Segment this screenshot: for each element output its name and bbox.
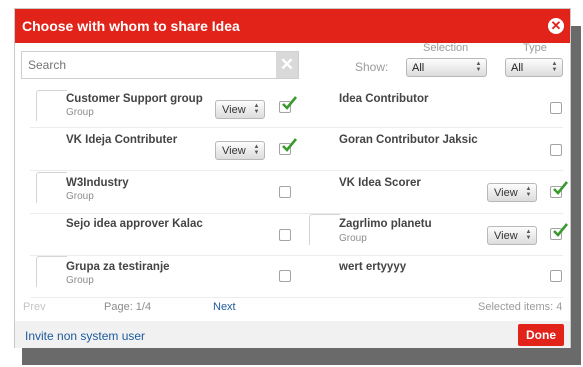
search-input[interactable] bbox=[22, 52, 276, 78]
updown-arrows-icon: ▲ ▼ bbox=[551, 61, 558, 73]
share-checkbox[interactable] bbox=[550, 223, 568, 240]
updown-arrows-icon: ▲ ▼ bbox=[525, 186, 532, 198]
selection-value: All bbox=[412, 62, 425, 74]
permission-value: View bbox=[222, 145, 246, 157]
checkmark-icon bbox=[553, 181, 568, 195]
type-select[interactable]: All ▲ ▼ bbox=[505, 58, 563, 77]
share-checkbox[interactable] bbox=[279, 138, 297, 155]
selection-select[interactable]: All ▲ ▼ bbox=[406, 58, 487, 77]
selection-label: Selection bbox=[423, 42, 469, 54]
share-checkbox[interactable] bbox=[279, 270, 291, 282]
checkmark-icon bbox=[282, 138, 297, 152]
item-type: Group bbox=[66, 275, 94, 286]
avatar-placeholder bbox=[36, 172, 67, 203]
permission-value: View bbox=[494, 230, 518, 242]
updown-arrows-icon: ▲ ▼ bbox=[253, 103, 260, 115]
item-name: Sejo idea approver Kalac bbox=[66, 218, 203, 230]
permission-select[interactable]: View ▲ ▼ bbox=[215, 100, 265, 119]
share-checkbox[interactable] bbox=[279, 229, 291, 241]
item-name: Goran Contributor Jaksic bbox=[339, 134, 478, 146]
share-dialog: Choose with whom to share Idea ✕ ✕ Selec… bbox=[14, 8, 571, 348]
item-name: Customer Support group bbox=[66, 93, 203, 105]
selected-count: Selected items: 4 bbox=[478, 301, 563, 313]
row-divider bbox=[30, 170, 563, 171]
type-value: All bbox=[511, 62, 524, 74]
item-name: VK Idea Scorer bbox=[339, 177, 421, 189]
updown-arrows-icon: ▲ ▼ bbox=[525, 229, 532, 241]
avatar-placeholder bbox=[36, 90, 67, 121]
close-icon[interactable]: ✕ bbox=[548, 18, 564, 34]
permission-value: View bbox=[222, 104, 246, 116]
item-name: W3Industry bbox=[66, 177, 129, 189]
share-checkbox[interactable] bbox=[550, 144, 562, 156]
clear-x-icon[interactable]: ✕ bbox=[276, 52, 298, 78]
page-indicator: Page: 1/4 bbox=[104, 301, 152, 313]
item-name: VK Ideja Contributer bbox=[66, 134, 178, 146]
item-name: Idea Contributor bbox=[339, 93, 429, 105]
show-label: Show: bbox=[355, 60, 389, 74]
item-name: Zagrlimo planetu bbox=[339, 218, 432, 230]
avatar-placeholder bbox=[36, 256, 67, 287]
permission-select[interactable]: View ▲ ▼ bbox=[487, 183, 537, 202]
next-link[interactable]: Next bbox=[213, 301, 236, 313]
dialog-titlebar: Choose with whom to share Idea ✕ bbox=[15, 9, 570, 43]
item-name: Grupa za testiranje bbox=[66, 261, 170, 273]
row-divider bbox=[30, 213, 563, 214]
search-box: ✕ bbox=[21, 51, 299, 79]
updown-arrows-icon: ▲ ▼ bbox=[475, 61, 482, 73]
row-divider bbox=[30, 255, 563, 256]
dialog-title: Choose with whom to share Idea bbox=[22, 18, 240, 34]
item-name: wert ertyyyy bbox=[339, 261, 407, 273]
permission-value: View bbox=[494, 187, 518, 199]
avatar-placeholder bbox=[309, 214, 340, 245]
type-label: Type bbox=[523, 42, 547, 54]
done-button[interactable]: Done bbox=[518, 324, 564, 346]
prev-link[interactable]: Prev bbox=[23, 301, 46, 313]
item-type: Group bbox=[66, 191, 94, 202]
permission-select[interactable]: View ▲ ▼ bbox=[487, 226, 537, 245]
share-checkbox[interactable] bbox=[550, 102, 562, 114]
share-checkbox[interactable] bbox=[279, 96, 297, 113]
share-checkbox[interactable] bbox=[550, 270, 562, 282]
row-divider bbox=[30, 297, 563, 298]
item-type: Group bbox=[339, 233, 367, 244]
checkmark-icon bbox=[553, 223, 568, 237]
updown-arrows-icon: ▲ ▼ bbox=[253, 144, 260, 156]
dialog-footer: Invite non system user Done bbox=[15, 321, 570, 348]
checkmark-icon bbox=[282, 96, 297, 110]
permission-select[interactable]: View ▲ ▼ bbox=[215, 141, 265, 160]
share-checkbox[interactable] bbox=[279, 186, 291, 198]
invite-link[interactable]: Invite non system user bbox=[25, 329, 145, 343]
item-type: Group bbox=[66, 107, 94, 118]
share-checkbox[interactable] bbox=[550, 181, 568, 198]
row-divider bbox=[30, 127, 563, 128]
